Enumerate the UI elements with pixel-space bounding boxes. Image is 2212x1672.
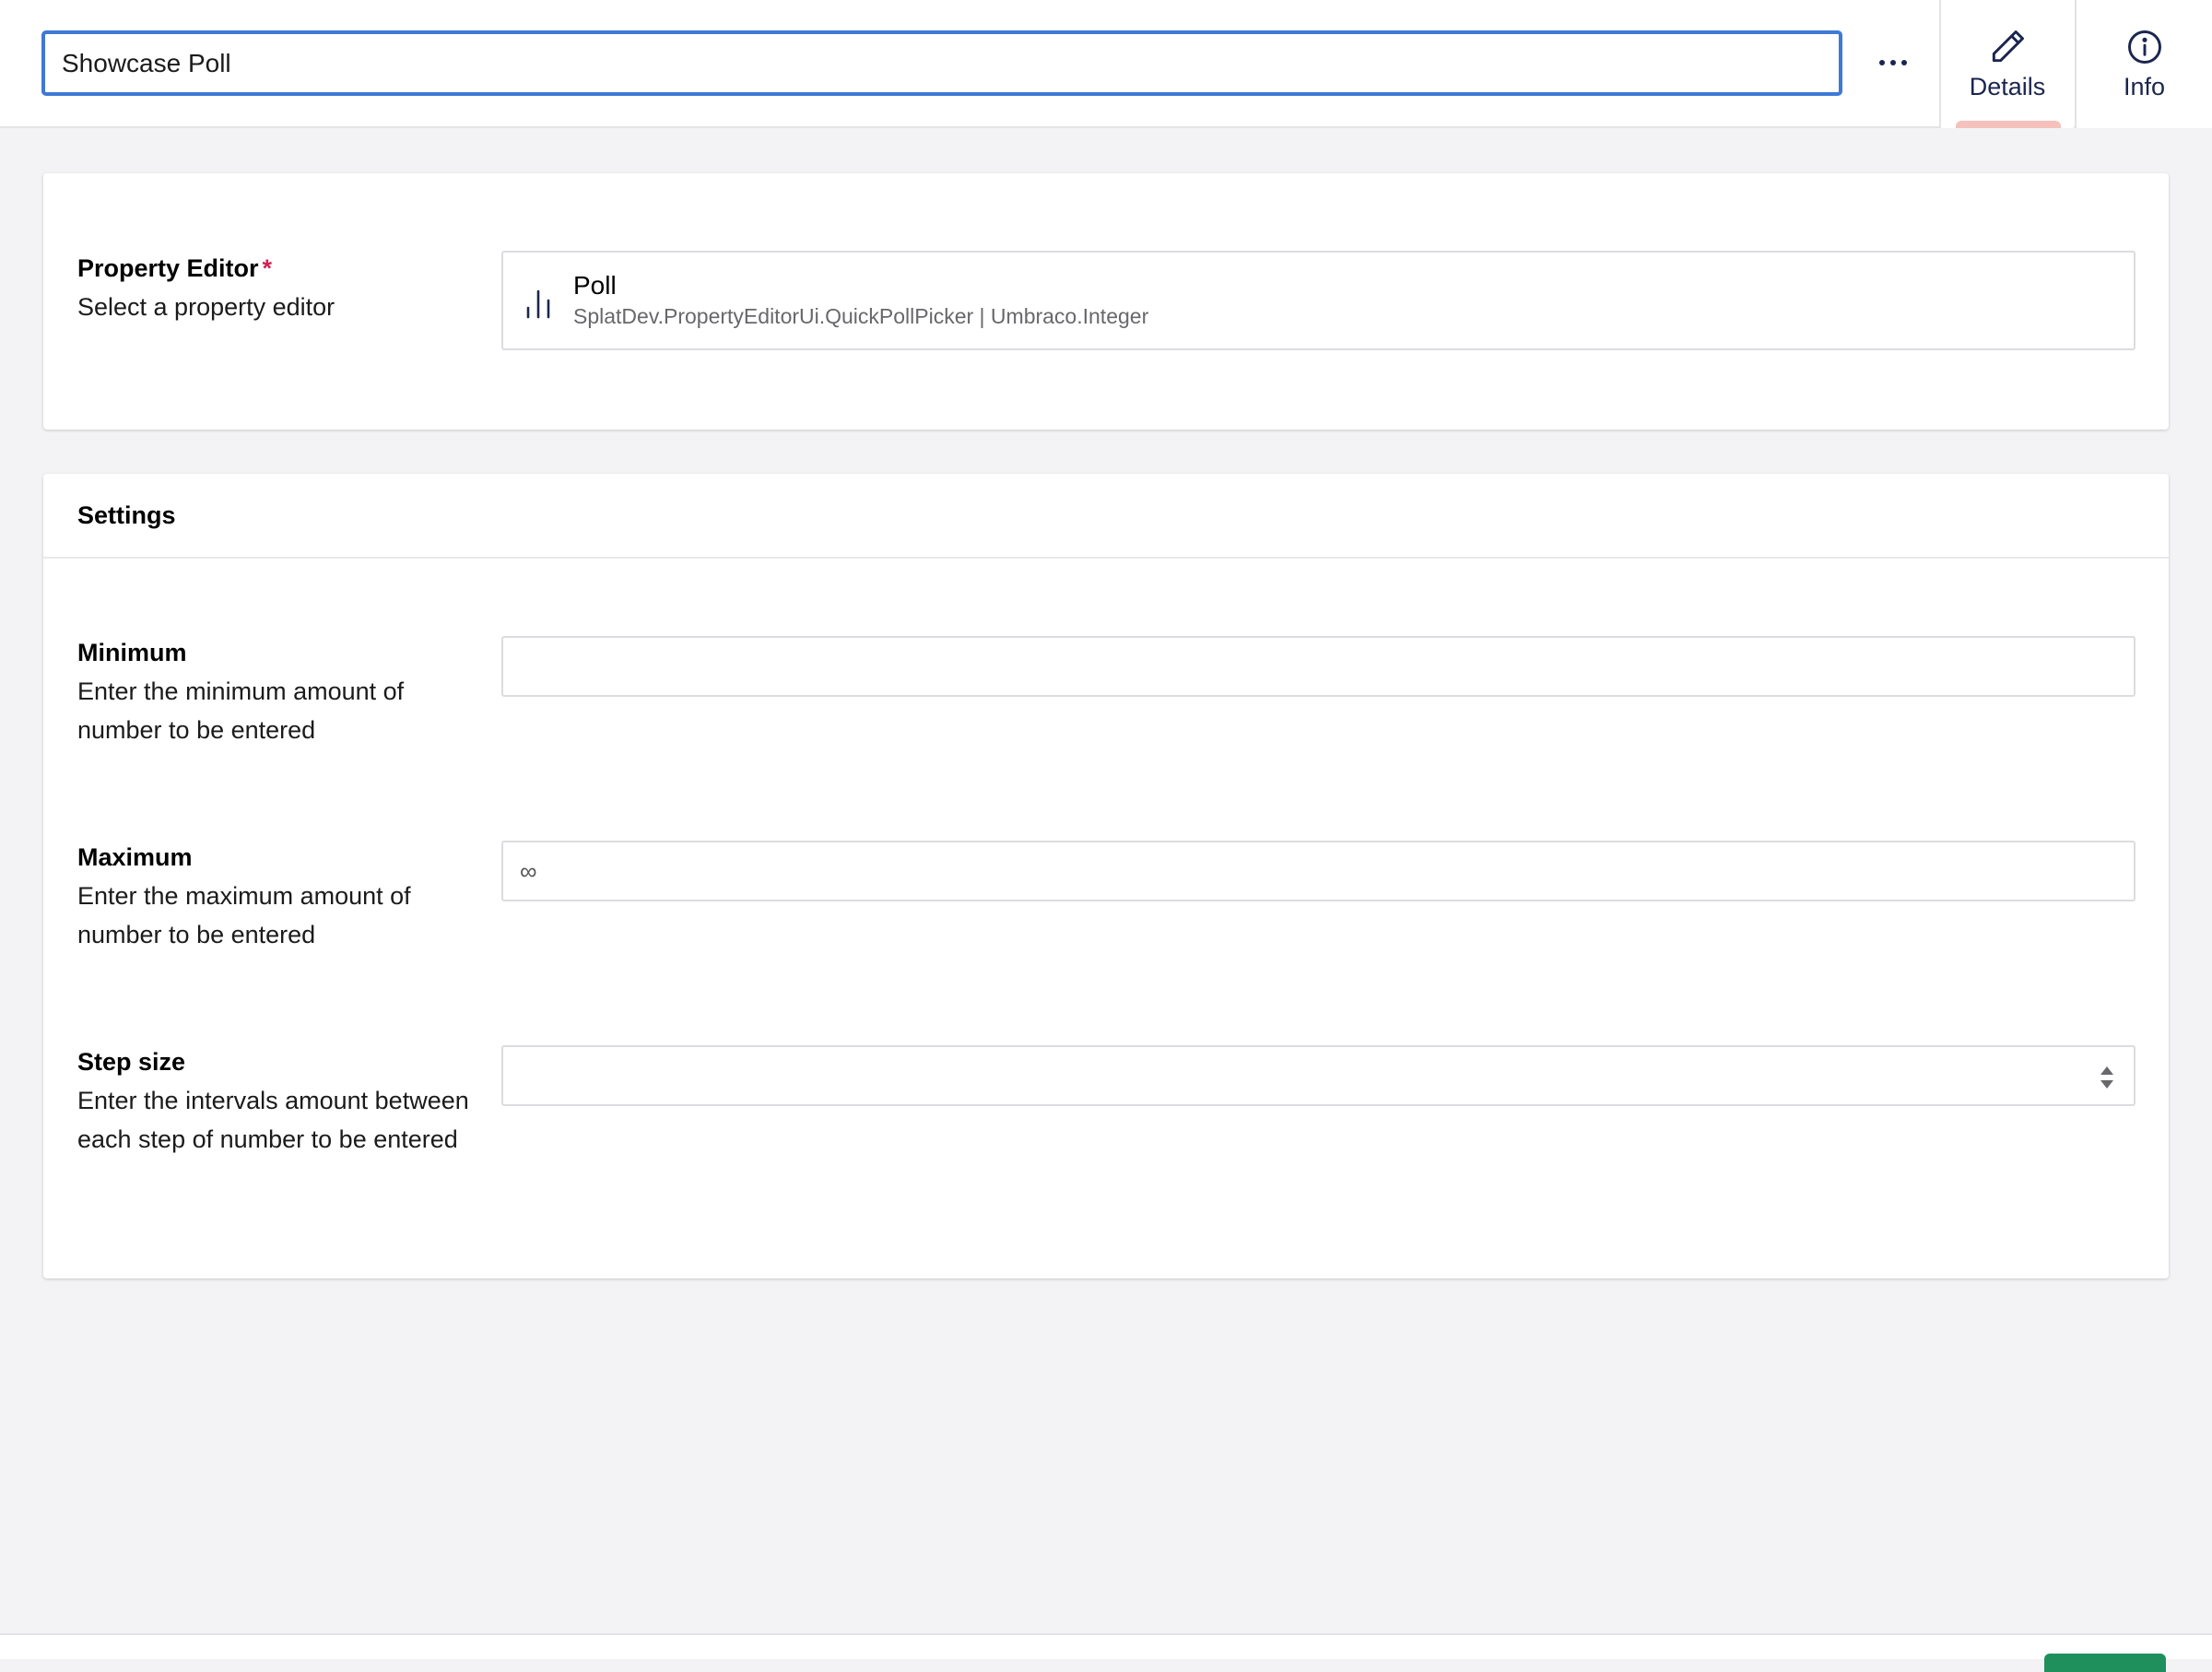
tab-info[interactable]: Info	[2075, 0, 2212, 128]
step-size-label-group: Step size Enter the intervals amount bet…	[77, 1042, 483, 1159]
active-tab-indicator	[1956, 121, 2061, 128]
maximum-label-group: Maximum Enter the maximum amount of numb…	[77, 838, 483, 954]
minimum-input[interactable]	[501, 636, 2136, 697]
settings-card: Settings Minimum Enter the minimum amoun…	[43, 474, 2169, 1278]
poll-chart-icon	[526, 289, 550, 319]
property-editor-card: Property Editor * Select a property edito…	[43, 173, 2169, 430]
maximum-title: Maximum	[77, 843, 193, 871]
step-size-input[interactable]	[501, 1045, 2136, 1106]
property-editor-description: Select a property editor	[77, 293, 335, 321]
workspace-header: Details Info	[0, 0, 2212, 128]
workspace-footer	[0, 1633, 2212, 1672]
settings-title: Settings	[43, 474, 2169, 559]
required-marker: *	[262, 254, 273, 282]
tab-info-label: Info	[2123, 73, 2166, 100]
pencil-icon	[1992, 30, 2024, 63]
minimum-title: Minimum	[77, 639, 187, 666]
more-actions-button[interactable]	[1865, 37, 1921, 88]
minimum-label-group: Minimum Enter the minimum amount of numb…	[77, 633, 483, 749]
property-editor-title-text: Property Editor	[77, 254, 259, 282]
number-spinner-icon[interactable]	[2099, 1064, 2115, 1091]
step-size-title: Step size	[77, 1048, 186, 1076]
ellipsis-dot	[1901, 60, 1907, 65]
selected-editor-alias: SplatDev.PropertyEditorUi.QuickPollPicke…	[573, 304, 1149, 328]
step-size-description: Enter the intervals amount between each …	[77, 1087, 469, 1153]
save-button[interactable]	[2044, 1654, 2166, 1672]
ellipsis-dot	[1890, 60, 1896, 65]
ellipsis-icon	[1879, 60, 1885, 65]
selected-property-editor[interactable]: Poll SplatDev.PropertyEditorUi.QuickPoll…	[501, 251, 2136, 350]
info-icon	[2127, 30, 2161, 64]
selected-editor-name: Poll	[573, 271, 617, 300]
tab-details[interactable]: Details	[1939, 0, 2074, 128]
minimum-description: Enter the minimum amount of number to be…	[77, 677, 405, 744]
property-editor-title: Property Editor *	[77, 249, 483, 288]
name-input[interactable]	[41, 30, 1842, 96]
tab-details-label: Details	[1969, 73, 2046, 100]
maximum-input[interactable]	[501, 841, 2136, 901]
maximum-description: Enter the maximum amount of number to be…	[77, 882, 411, 948]
property-editor-label-group: Property Editor * Select a property edito…	[77, 249, 483, 326]
